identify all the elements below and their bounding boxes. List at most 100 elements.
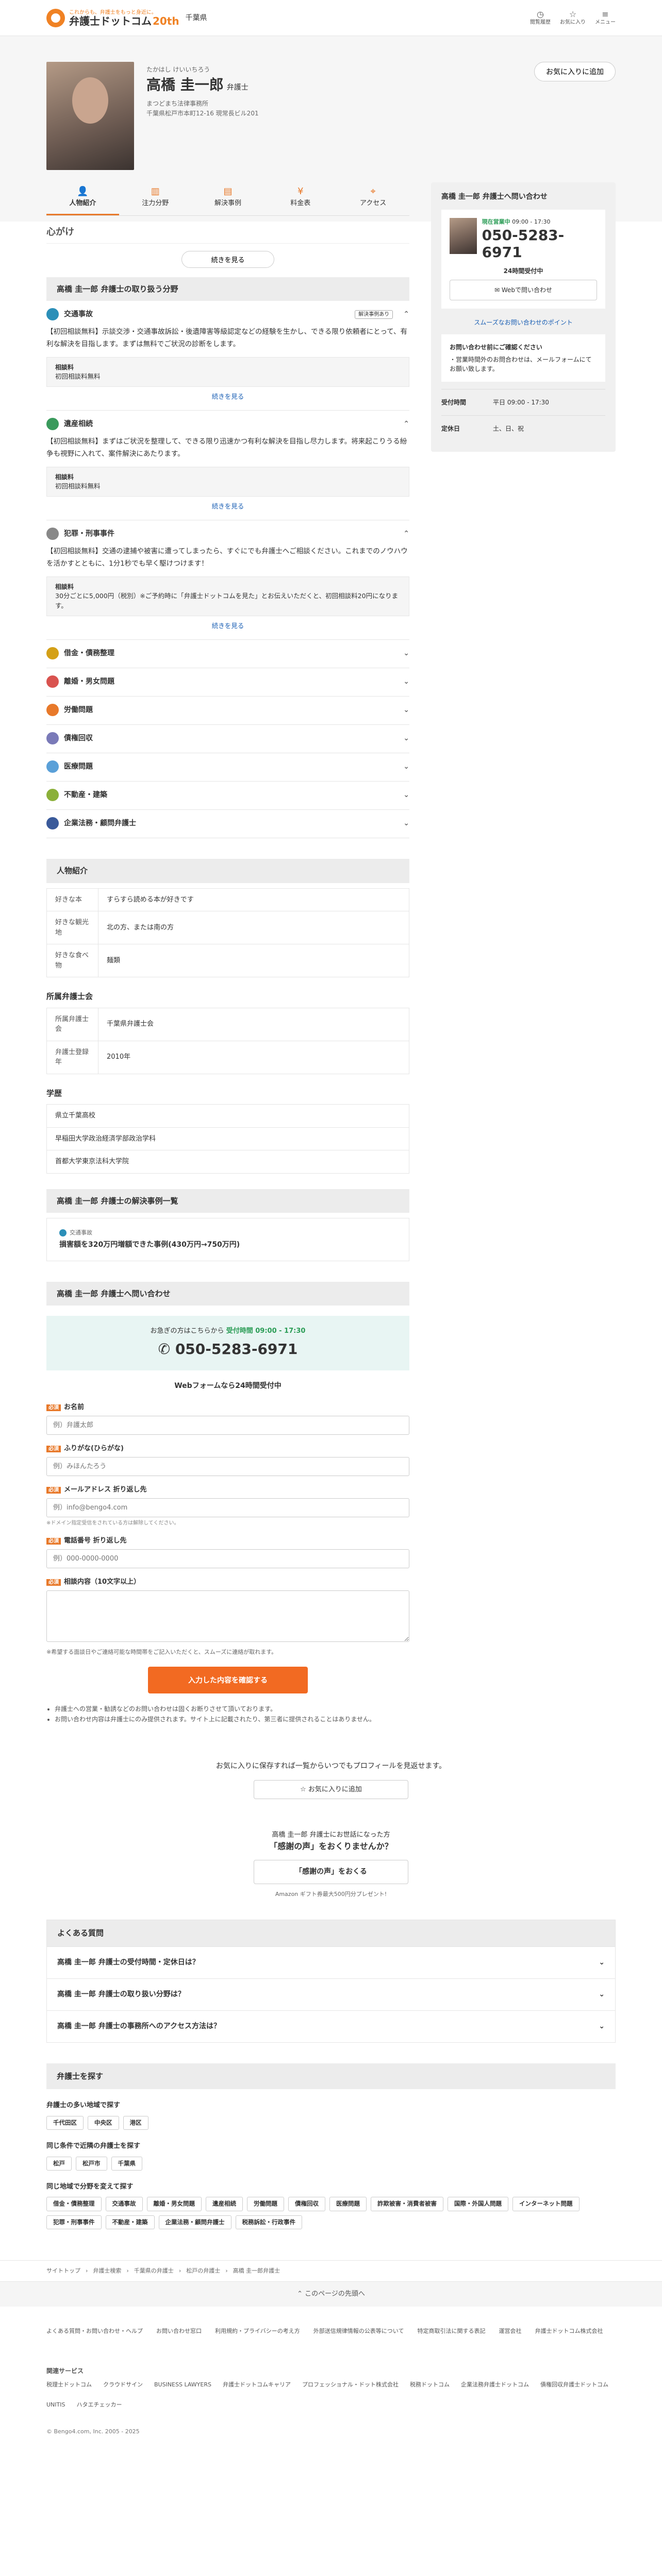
search-tag[interactable]: 借金・債務整理 <box>46 2197 102 2211</box>
search-tag[interactable]: 債権回収 <box>288 2197 325 2211</box>
footer-link[interactable]: お問い合わせ窓口 <box>156 2327 202 2336</box>
confirm-submit-button[interactable]: 入力した内容を確認する <box>148 1667 308 1694</box>
field-header[interactable]: 犯罪・刑事事件 ⌃ <box>46 528 409 540</box>
service-link[interactable]: BUSINESS LAWYERS <box>154 2381 211 2389</box>
search-tag[interactable]: 医療問題 <box>329 2197 367 2211</box>
web-inquiry-button[interactable]: ✉ Webで問い合わせ <box>450 279 597 300</box>
faq-item[interactable]: 高橋 圭一郎 弁護士の受付時間・定休日は？ ⌄ <box>47 1946 615 1978</box>
search-tag[interactable]: 中央区 <box>88 2115 119 2130</box>
search-tag[interactable]: 港区 <box>123 2115 148 2130</box>
office-name[interactable]: まつどまち法律事務所 <box>146 99 259 109</box>
search-tag[interactable]: 詐欺被害・消費者被害 <box>371 2197 443 2211</box>
footer-link[interactable]: 特定商取引法に関する表記 <box>417 2327 485 2336</box>
field-more-link[interactable]: 続きを見る <box>212 502 244 510</box>
footer-link[interactable]: よくある質問・お問い合わせ・ヘルプ <box>46 2327 143 2336</box>
service-link[interactable]: 税理士ドットコム <box>46 2381 92 2389</box>
search-tag[interactable]: 犯罪・刑事事件 <box>46 2215 102 2229</box>
tab-4[interactable]: ¥ 料金表 <box>264 180 337 215</box>
faq-item[interactable]: 高橋 圭一郎 弁護士の事務所へのアクセス方法は？ ⌄ <box>47 2010 615 2042</box>
footer-link[interactable]: 利用規約・プライバシーの考え方 <box>215 2327 300 2336</box>
person-icon: 👤 <box>77 186 89 197</box>
mindset-more-button[interactable]: 続きを見る <box>181 250 274 268</box>
breadcrumb-item[interactable]: サイトトップ <box>46 2267 80 2276</box>
faq-item[interactable]: 高橋 圭一郎 弁護士の取り扱い分野は？ ⌄ <box>47 1978 615 2010</box>
service-link[interactable]: 弁護士ドットコムキャリア <box>223 2381 291 2389</box>
search-tag[interactable]: 松戸市 <box>76 2156 107 2171</box>
tab-5[interactable]: ⌖ アクセス <box>337 180 409 215</box>
star-button[interactable]: ☆ お気に入り <box>560 10 586 26</box>
breadcrumb-item[interactable]: 千葉県の弁護士 <box>134 2267 174 2276</box>
tab-3[interactable]: ▤ 解決事例 <box>192 180 264 215</box>
menu-button[interactable]: ≡ メニュー <box>595 10 616 26</box>
education-list: 県立千葉高校 早稲田大学政治経済学部政治学科 首都大学東京法科大学院 <box>46 1104 409 1174</box>
chevron-up-icon: ⌃ <box>403 419 409 428</box>
site-logo[interactable]: これからも、弁護士をもっと身近に。 弁護士ドットコム 20th <box>46 9 179 27</box>
field-more-link[interactable]: 続きを見る <box>212 622 244 630</box>
search-tag[interactable]: 税務訴訟・行政事件 <box>235 2215 302 2229</box>
search-tag[interactable]: 国際・外国人問題 <box>448 2197 508 2211</box>
search-tag[interactable]: 千葉県 <box>111 2156 142 2171</box>
search-tag[interactable]: 遺産相続 <box>206 2197 243 2211</box>
clock-button[interactable]: ◷ 閲覧履歴 <box>530 10 551 26</box>
add-favorite-button[interactable]: お気に入りに追加 <box>534 62 616 81</box>
breadcrumb-item[interactable]: 松戸の弁護士 <box>186 2267 220 2276</box>
footer-link[interactable]: 外部送信規律情報の公表等について <box>313 2327 404 2336</box>
service-link[interactable]: 企業法務弁護士ドットコム <box>461 2381 529 2389</box>
service-link[interactable]: 債権回収弁護士ドットコム <box>540 2381 608 2389</box>
search-tag[interactable]: 松戸 <box>46 2156 72 2171</box>
footer-link[interactable]: 運営会社 <box>499 2327 521 2336</box>
back-to-top[interactable]: ⌃ このページの先頭へ <box>0 2282 662 2307</box>
search-tag[interactable]: 企業法務・顧問弁護士 <box>158 2215 231 2229</box>
document-icon: ▤ <box>223 186 233 197</box>
form-input[interactable] <box>46 1456 409 1476</box>
send-thanks-button[interactable]: 「感謝の声」をおくる <box>254 1859 408 1884</box>
breadcrumb-item[interactable]: 高橋 圭一郎弁護士 <box>233 2267 280 2276</box>
case-item[interactable]: 交通事故 損害額を320万円増額できた事例(430万円→750万円) <box>46 1218 409 1261</box>
form-input[interactable] <box>46 1415 409 1435</box>
field-item[interactable]: 離婚・男女問題 ⌄ <box>46 668 409 697</box>
field-label: お名前 <box>64 1403 85 1411</box>
field-more-link[interactable]: 続きを見る <box>212 393 244 400</box>
breadcrumb-item[interactable]: 弁護士検索 <box>93 2267 121 2276</box>
field-item[interactable]: 企業法務・顧問弁護士 ⌄ <box>46 810 409 839</box>
add-favorite-button-bottom[interactable]: ☆ お気に入りに追加 <box>254 1780 408 1800</box>
field-header[interactable]: 遺産相続 ⌃ <box>46 418 409 431</box>
field-item[interactable]: 医療問題 ⌄ <box>46 753 409 782</box>
service-link[interactable]: 税務ドットコム <box>410 2381 450 2389</box>
search-tag[interactable]: 労働問題 <box>247 2197 284 2211</box>
main-column: 👤 人物紹介 ▥ 注力分野 ▤ 解決事例 ¥ 料金表 ⌖ アクセス 心がけ 続きを見る 高橋 圭一… <box>46 180 409 1725</box>
yen-icon: ¥ <box>297 186 304 197</box>
service-link[interactable]: ハタエチェッカー <box>76 2401 122 2410</box>
sidebar-phone[interactable]: 050-5283-6971 <box>482 227 597 261</box>
header-icon-label: お気に入り <box>560 19 586 25</box>
copyright: © Bengo4.com, Inc. 2005 - 2025 <box>46 2428 140 2435</box>
consult-textarea[interactable] <box>46 1590 409 1642</box>
form-input[interactable] <box>46 1498 409 1517</box>
footer-link[interactable]: 弁護士ドットコム株式会社 <box>535 2327 603 2336</box>
smooth-inquiry-link[interactable]: スムーズなお問い合わせのポイント <box>474 319 572 326</box>
service-link[interactable]: UNITIS <box>46 2401 65 2410</box>
field-header[interactable]: 交通事故 解決事例あり ⌃ <box>46 308 409 320</box>
info-key: 好きな食べ物 <box>46 944 98 978</box>
search-tag[interactable]: 千代田区 <box>46 2115 84 2130</box>
tab-1[interactable]: 👤 人物紹介 <box>46 180 119 215</box>
sidebar-info-row: 受付時間 平日 09:00 - 17:30 <box>441 388 605 415</box>
search-tag[interactable]: 交通事故 <box>105 2197 143 2211</box>
field-item[interactable]: 借金・債務整理 ⌄ <box>46 640 409 669</box>
search-tag[interactable]: 離婚・男女問題 <box>146 2197 202 2211</box>
fee-box: 相談料 初回相談料無料 <box>46 466 409 497</box>
form-input[interactable] <box>46 1549 409 1568</box>
gift-note: Amazon ギフト券最大500円分プレゼント! <box>275 1890 387 1897</box>
field-item[interactable]: 不動産・建築 ⌄ <box>46 782 409 810</box>
tab-2[interactable]: ▥ 注力分野 <box>119 180 192 215</box>
service-link[interactable]: クラウドサイン <box>103 2381 143 2389</box>
field-item[interactable]: 労働問題 ⌄ <box>46 697 409 725</box>
sidebar-info-key: 定休日 <box>441 425 460 432</box>
service-link[interactable]: プロフェッショナル・ドット株式会社 <box>302 2381 399 2389</box>
contact-phone-number[interactable]: ✆ 050-5283-6971 <box>46 1338 409 1360</box>
prefecture-label[interactable]: 千葉県 <box>186 13 207 24</box>
search-tag[interactable]: インターネット問題 <box>512 2197 580 2211</box>
search-tag[interactable]: 不動産・建築 <box>105 2215 155 2229</box>
field-item[interactable]: 債権回収 ⌄ <box>46 725 409 754</box>
education-heading: 学歴 <box>46 1088 62 1098</box>
